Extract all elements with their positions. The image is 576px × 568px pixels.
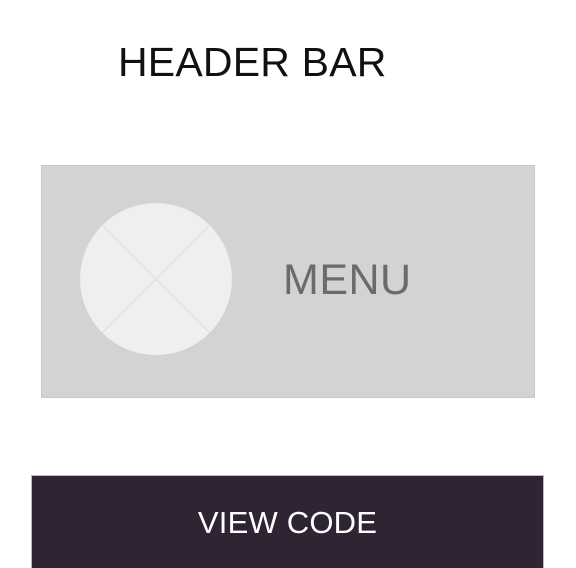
header-bar-title: HEADER BAR [118,39,387,85]
menu-panel[interactable]: MENU [41,165,535,398]
image-placeholder-icon [80,203,232,355]
menu-label: MENU [283,256,412,304]
view-code-button[interactable]: VIEW CODE [31,475,544,568]
